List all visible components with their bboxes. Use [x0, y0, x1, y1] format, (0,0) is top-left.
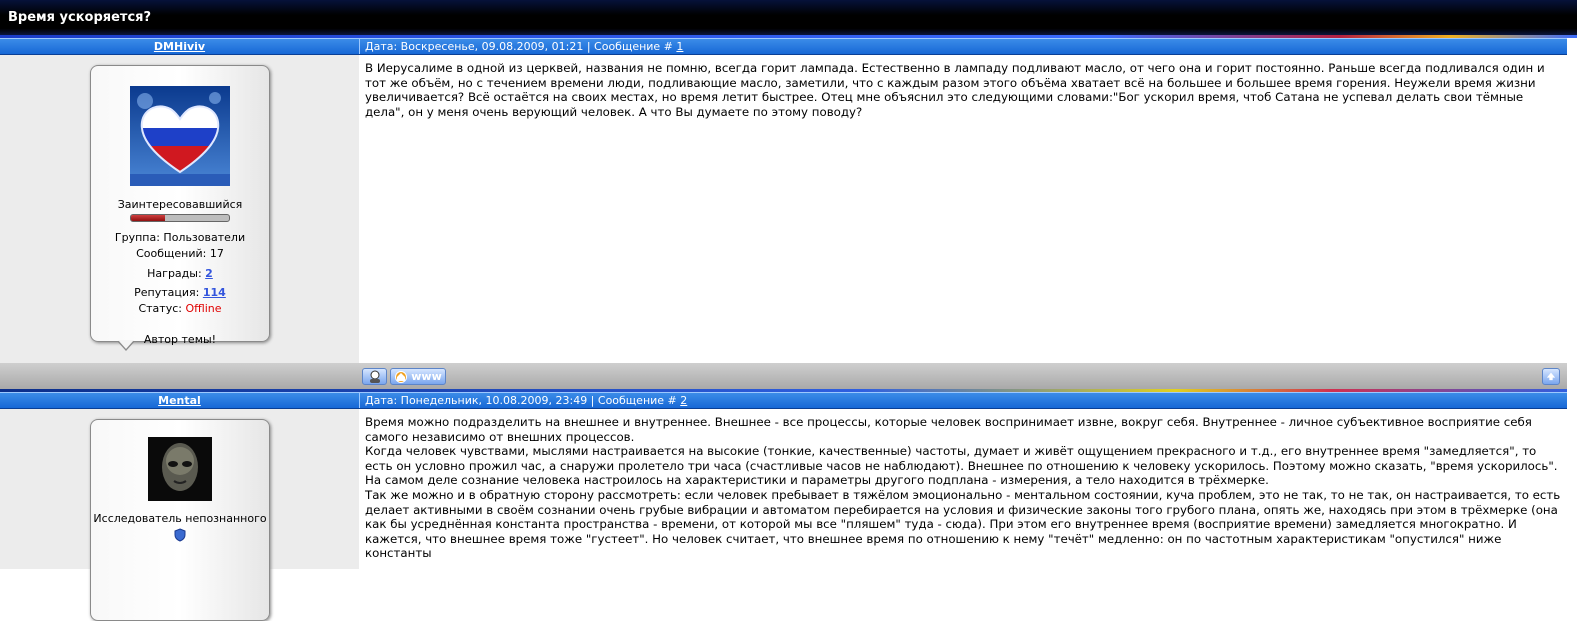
post-footer: www — [0, 363, 1567, 389]
user-messages: Сообщений: 17 — [136, 247, 224, 260]
user-card: Исследователь непознанного — [90, 419, 270, 621]
rank-shield-icon — [174, 528, 186, 542]
topic-header: Время ускоряется? — [0, 0, 1577, 38]
rank-bar — [130, 214, 230, 222]
post-body: В Иерусалиме в одной из церквей, названи… — [359, 55, 1567, 363]
avatar[interactable] — [148, 437, 212, 501]
post-paragraph: Так же можно и в обратную сторону рассмо… — [365, 487, 1561, 561]
message-number-link[interactable]: 1 — [676, 40, 683, 53]
topic-title: Время ускоряется? — [8, 10, 152, 25]
post-meta: Дата: Воскресенье, 09.08.2009, 01:21 | С… — [365, 40, 677, 53]
awards-link[interactable]: 2 — [205, 267, 213, 280]
user-rank: Заинтересовавшийся — [117, 198, 243, 211]
reputation-link[interactable]: 114 — [203, 286, 226, 299]
top-arrow-icon — [1546, 372, 1556, 381]
reputation-label: Репутация: — [134, 286, 203, 299]
author-link[interactable]: Mental — [158, 394, 201, 407]
status-offline: Offline — [185, 302, 222, 315]
user-group: Группа: Пользователи — [114, 231, 246, 244]
post-2: Mental Дата: Понедельник, 10.08.2009, 23… — [0, 392, 1567, 621]
scroll-top-button[interactable] — [1542, 367, 1560, 385]
profile-button[interactable] — [362, 367, 387, 385]
user-rank: Исследователь непознанного — [93, 512, 267, 525]
user-card: Заинтересовавшийся Группа: Пользователи … — [90, 65, 270, 351]
post-meta: Дата: Понедельник, 10.08.2009, 23:49 | С… — [365, 394, 681, 407]
user-panel: Исследователь непознанного — [0, 409, 359, 621]
www-label: www — [411, 369, 442, 383]
post-header: DMHiviv Дата: Воскресенье, 09.08.2009, 0… — [0, 38, 1567, 55]
post-paragraph: Время можно подразделить на внешнее и вн… — [365, 415, 1532, 444]
www-button[interactable]: www — [390, 367, 446, 385]
profile-icon — [369, 370, 380, 383]
awards-label: Награды: — [147, 267, 206, 280]
author-link[interactable]: DMHiviv — [154, 40, 205, 53]
post-header: Mental Дата: Понедельник, 10.08.2009, 23… — [0, 392, 1567, 409]
post-text: В Иерусалиме в одной из церквей, названи… — [365, 61, 1545, 119]
post-paragraph: Когда человек чувствами, мыслями настраи… — [365, 444, 1558, 488]
card-tail — [117, 340, 135, 351]
status-label: Статус: — [138, 302, 186, 315]
post-1: DMHiviv Дата: Воскресенье, 09.08.2009, 0… — [0, 38, 1567, 392]
user-panel: Заинтересовавшийся Группа: Пользователи … — [0, 55, 359, 363]
rank-bar-fill — [131, 215, 166, 221]
message-number-link[interactable]: 2 — [680, 394, 687, 407]
post-body: Время можно подразделить на внешнее и вн… — [359, 409, 1567, 569]
home-www-icon — [395, 370, 408, 383]
avatar[interactable] — [130, 86, 230, 186]
